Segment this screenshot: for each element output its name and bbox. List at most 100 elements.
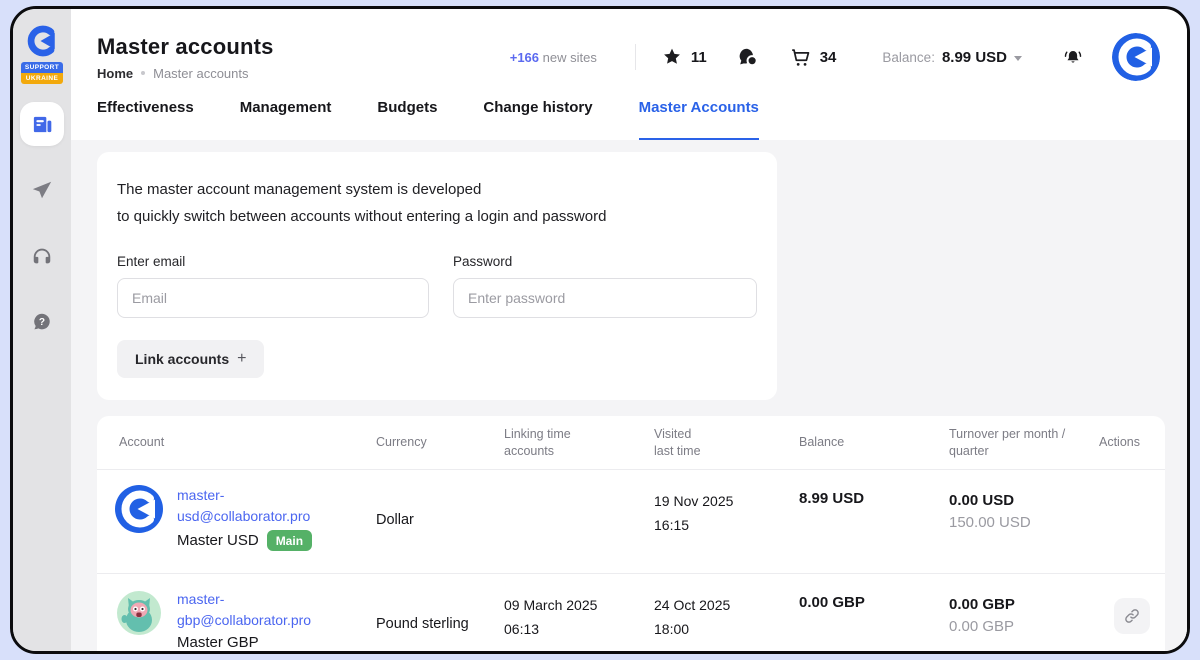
card-description-line1: The master account management system is … bbox=[117, 176, 757, 203]
currency-cell: Dollar bbox=[376, 470, 504, 573]
support-ukraine-badge-top: SUPPORT bbox=[21, 62, 63, 73]
accounts-table: Account Currency Linking timeaccounts Vi… bbox=[97, 416, 1165, 651]
cart-stat[interactable]: 34 bbox=[789, 46, 837, 68]
headphones-icon bbox=[31, 245, 53, 267]
svg-text:?: ? bbox=[39, 317, 45, 328]
linking-time-cell: 09 March 2025 06:13 bbox=[504, 574, 654, 651]
sidebar: SUPPORT UKRAINE bbox=[13, 9, 71, 651]
collaborator-logo-icon bbox=[24, 23, 60, 59]
col-currency: Currency bbox=[376, 434, 504, 451]
newspaper-icon bbox=[31, 113, 54, 136]
col-visited: Visitedlast time bbox=[654, 426, 799, 460]
chat-bubble-icon bbox=[737, 46, 759, 68]
balance-selector[interactable]: Balance: 8.99 USD bbox=[882, 49, 1022, 66]
switch-account-button[interactable] bbox=[1114, 598, 1150, 634]
breadcrumb-current: Master accounts bbox=[153, 66, 248, 81]
col-turnover: Turnover per month /quarter bbox=[949, 426, 1099, 460]
col-account: Account bbox=[97, 434, 376, 451]
visited-cell: 24 Oct 2025 18:00 bbox=[654, 574, 799, 651]
account-name: Master USD bbox=[177, 532, 259, 549]
account-email-link[interactable]: master- usd@collaborator.pro bbox=[177, 485, 312, 527]
monster-avatar bbox=[115, 589, 163, 637]
turnover-cell: 0.00 GBP 0.00 GBP bbox=[949, 574, 1099, 651]
balance-value: 8.99 USD bbox=[942, 49, 1007, 66]
account-info: master- usd@collaborator.pro Master USD … bbox=[177, 485, 312, 573]
breadcrumb: Home Master accounts bbox=[97, 66, 274, 81]
currency-cell: Pound sterling bbox=[376, 574, 504, 651]
sidebar-item-telegram[interactable] bbox=[20, 168, 64, 212]
topbar-divider bbox=[635, 44, 636, 70]
account-info: master- gbp@collaborator.pro Master GBP bbox=[177, 589, 311, 651]
visited-cell: 19 Nov 2025 16:15 bbox=[654, 470, 799, 573]
account-name-row: Master GBP bbox=[177, 634, 311, 651]
main-area: Master accounts Home Master accounts +16… bbox=[71, 9, 1187, 651]
tab-effectiveness[interactable]: Effectiveness bbox=[97, 99, 194, 140]
email-input[interactable] bbox=[117, 278, 429, 318]
account-cell: master- gbp@collaborator.pro Master GBP bbox=[97, 574, 376, 651]
balance-cell: 0.00 GBP bbox=[799, 574, 949, 651]
notifications-button[interactable] bbox=[1062, 46, 1084, 68]
balance-label: Balance: bbox=[882, 50, 935, 65]
col-actions: Actions bbox=[1099, 434, 1165, 451]
app-window: SUPPORT UKRAINE bbox=[10, 6, 1190, 654]
cart-icon bbox=[789, 46, 811, 68]
support-ukraine-badge: SUPPORT UKRAINE bbox=[21, 62, 63, 84]
page-content: The master account management system is … bbox=[71, 140, 1187, 651]
table-row: master- gbp@collaborator.pro Master GBP … bbox=[97, 574, 1165, 651]
account-name: Master GBP bbox=[177, 634, 259, 651]
plus-icon: + bbox=[237, 350, 246, 368]
link-accounts-button[interactable]: Link accounts + bbox=[117, 340, 264, 378]
password-field-group: Password bbox=[453, 254, 757, 318]
bell-icon bbox=[1062, 46, 1084, 68]
account-email-link[interactable]: master- gbp@collaborator.pro bbox=[177, 589, 311, 631]
tab-budgets[interactable]: Budgets bbox=[377, 99, 437, 140]
sidebar-item-help[interactable]: ? bbox=[20, 300, 64, 344]
page-title: Master accounts bbox=[97, 34, 274, 60]
tab-bar: Effectiveness Management Budgets Change … bbox=[71, 85, 1187, 140]
link-accounts-button-label: Link accounts bbox=[135, 351, 229, 367]
collaborator-avatar bbox=[115, 485, 163, 533]
user-avatar[interactable] bbox=[1112, 33, 1160, 81]
topbar: Master accounts Home Master accounts +16… bbox=[71, 9, 1187, 85]
card-description-line2: to quickly switch between accounts witho… bbox=[117, 203, 757, 230]
actions-cell bbox=[1099, 574, 1165, 651]
col-linking-time: Linking timeaccounts bbox=[504, 426, 654, 460]
turnover-cell: 0.00 USD 150.00 USD bbox=[949, 470, 1099, 573]
messages-button[interactable] bbox=[737, 46, 759, 68]
sidebar-item-catalog[interactable] bbox=[20, 102, 64, 146]
main-badge: Main bbox=[267, 530, 312, 551]
chain-link-icon bbox=[1123, 607, 1141, 625]
favorites-count: 11 bbox=[691, 49, 707, 66]
tab-management[interactable]: Management bbox=[240, 99, 332, 140]
email-field-group: Enter email bbox=[117, 254, 429, 318]
new-sites-label: new sites bbox=[543, 50, 597, 65]
favorites-stat[interactable]: 11 bbox=[662, 47, 707, 67]
topbar-right: +166 new sites 11 bbox=[510, 33, 1160, 81]
tab-change-history[interactable]: Change history bbox=[483, 99, 592, 140]
sidebar-item-support[interactable] bbox=[20, 234, 64, 278]
breadcrumb-home-link[interactable]: Home bbox=[97, 66, 133, 81]
account-cell: master- usd@collaborator.pro Master USD … bbox=[97, 470, 376, 573]
new-sites-link[interactable]: +166 new sites bbox=[510, 50, 597, 65]
card-description: The master account management system is … bbox=[117, 176, 757, 230]
table-row: master- usd@collaborator.pro Master USD … bbox=[97, 470, 1165, 574]
cart-count: 34 bbox=[820, 49, 837, 66]
table-header-row: Account Currency Linking timeaccounts Vi… bbox=[97, 416, 1165, 470]
title-block: Master accounts Home Master accounts bbox=[97, 34, 274, 81]
actions-cell bbox=[1099, 470, 1165, 573]
credentials-row: Enter email Password bbox=[117, 254, 757, 318]
star-icon bbox=[662, 47, 682, 67]
account-name-row: Master USD Main bbox=[177, 530, 312, 551]
support-ukraine-badge-bottom: UKRAINE bbox=[21, 73, 63, 84]
new-sites-count: +166 bbox=[510, 50, 539, 65]
tab-master-accounts[interactable]: Master Accounts bbox=[639, 99, 759, 140]
linking-time-cell bbox=[504, 470, 654, 573]
desktop-frame: SUPPORT UKRAINE bbox=[0, 0, 1200, 660]
chevron-down-icon bbox=[1014, 56, 1022, 61]
password-input[interactable] bbox=[453, 278, 757, 318]
help-bubble-icon: ? bbox=[31, 311, 53, 333]
sidebar-logo[interactable]: SUPPORT UKRAINE bbox=[21, 23, 63, 84]
link-account-card: The master account management system is … bbox=[97, 152, 777, 400]
balance-cell: 8.99 USD bbox=[799, 470, 949, 573]
password-label: Password bbox=[453, 254, 757, 269]
